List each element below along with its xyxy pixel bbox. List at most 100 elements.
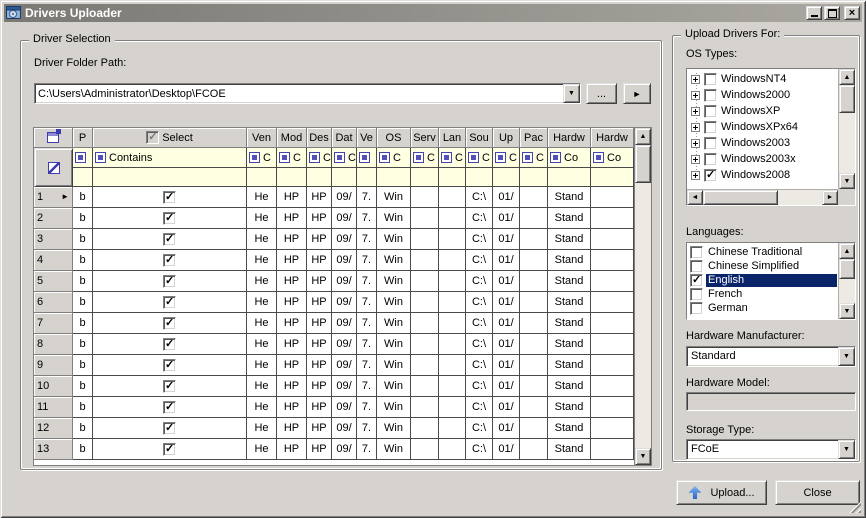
filter-operator-icon[interactable] [379,152,390,163]
os-scroll-up-button[interactable]: ▲ [839,69,855,85]
language-checkbox[interactable] [690,260,703,273]
filter-operator-icon[interactable] [359,152,370,163]
os-scroll-right-button[interactable]: ► [822,190,838,205]
filter-input-select[interactable] [93,168,247,187]
filter-input-os[interactable] [377,168,411,187]
grid-scroll-thumb[interactable] [635,145,651,183]
languages-scroll-up-button[interactable]: ▲ [839,243,855,259]
table-row[interactable]: 12bHeHPHP09/7.WinC:\01/Stand [34,418,634,439]
row-header[interactable]: 1► [34,187,73,208]
select-all-checkbox[interactable] [146,131,159,144]
go-button[interactable]: ► [623,83,651,104]
os-type-item[interactable]: WindowsXPx64 [687,119,838,135]
row-header[interactable]: 6 [34,292,73,313]
filter-input-lan[interactable] [439,168,466,187]
os-type-item[interactable]: Windows2003x [687,151,838,167]
column-header-des[interactable]: Des [307,128,332,148]
grid-scroll-up-button[interactable]: ▲ [635,128,651,145]
language-checkbox[interactable] [690,302,703,315]
table-row[interactable]: 9bHeHPHP09/7.WinC:\01/Stand [34,355,634,376]
os-type-item[interactable]: WindowsNT4 [687,71,838,87]
languages-scroll-thumb[interactable] [839,259,855,279]
os-type-checkbox[interactable] [704,169,717,182]
filter-input-p[interactable] [73,168,93,187]
os-type-item[interactable]: Windows2003 [687,135,838,151]
column-header-serv[interactable]: Serv [411,128,439,148]
table-row[interactable]: 4bHeHPHP09/7.WinC:\01/Stand [34,250,634,271]
field-chooser-button[interactable] [34,128,73,148]
clear-filter-button[interactable] [34,148,73,187]
filter-operator-icon[interactable] [550,152,561,163]
row-header[interactable]: 10 [34,376,73,397]
table-row[interactable]: 3bHeHPHP09/7.WinC:\01/Stand [34,229,634,250]
os-types-vertical-scrollbar[interactable]: ▲ ▼ [838,69,855,189]
row-header[interactable]: 2 [34,208,73,229]
filter-operator-icon[interactable] [249,152,260,163]
expand-icon[interactable] [691,75,700,84]
filter-cell-sou[interactable]: C [466,148,493,168]
column-header-dat[interactable]: Dat [332,128,357,148]
table-row[interactable]: 11bHeHPHP09/7.WinC:\01/Stand [34,397,634,418]
filter-operator-icon[interactable] [279,152,290,163]
filter-cell-select[interactable]: Contains [93,148,247,168]
table-row[interactable]: 13bHeHPHP09/7.WinC:\01/Stand [34,439,634,460]
row-header[interactable]: 9 [34,355,73,376]
column-header-hardw[interactable]: Hardw [548,128,591,148]
hardware-manufacturer-dropdown-button[interactable]: ▼ [838,347,855,366]
row-header[interactable]: 11 [34,397,73,418]
column-header-os[interactable]: OS [377,128,411,148]
language-item[interactable]: German [688,301,837,315]
folder-path-dropdown-button[interactable]: ▼ [563,84,580,103]
storage-type-dropdown-button[interactable]: ▼ [838,440,855,459]
row-select-checkbox[interactable] [163,296,176,309]
os-type-checkbox[interactable] [704,153,717,166]
close-window-button[interactable]: × [844,6,860,20]
table-row[interactable]: 2bHeHPHP09/7.WinC:\01/Stand [34,208,634,229]
filter-cell-ven[interactable]: C [247,148,277,168]
expand-icon[interactable] [691,107,700,116]
language-checkbox[interactable] [690,274,703,287]
filter-input-up[interactable] [493,168,520,187]
filter-operator-icon[interactable] [309,152,320,163]
upload-button[interactable]: Upload... [676,480,767,505]
language-item[interactable]: Chinese Traditional [688,245,837,259]
filter-input-hardw[interactable] [591,168,634,187]
table-row[interactable]: 8bHeHPHP09/7.WinC:\01/Stand [34,334,634,355]
filter-operator-icon[interactable] [75,152,86,163]
os-type-checkbox[interactable] [704,89,717,102]
filter-input-des[interactable] [307,168,332,187]
filter-input-sou[interactable] [466,168,493,187]
filter-operator-icon[interactable] [593,152,604,163]
row-select-checkbox[interactable] [163,233,176,246]
column-header-ven[interactable]: Ven [247,128,277,148]
expand-icon[interactable] [691,91,700,100]
column-header-hardw[interactable]: Hardw [591,128,634,148]
row-select-checkbox[interactable] [163,359,176,372]
filter-input-hardw[interactable] [548,168,591,187]
filter-cell-lan[interactable]: C [439,148,466,168]
filter-operator-icon[interactable] [413,152,424,163]
language-item[interactable]: Chinese Simplified [688,259,837,273]
hardware-manufacturer-combobox[interactable]: Standard ▼ [686,346,856,367]
filter-operator-icon[interactable] [95,152,106,163]
os-scroll-track[interactable] [839,113,855,173]
close-button[interactable]: Close [775,480,860,505]
filter-cell-os[interactable]: C [377,148,411,168]
row-header[interactable]: 7 [34,313,73,334]
filter-operator-icon[interactable] [468,152,479,163]
folder-path-input[interactable] [35,84,563,103]
languages-vertical-scrollbar[interactable]: ▲ ▼ [838,243,855,319]
os-types-horizontal-scrollbar[interactable]: ◄ ► [687,189,838,205]
os-type-checkbox[interactable] [704,121,717,134]
filter-operator-icon[interactable] [334,152,345,163]
minimize-button[interactable] [806,6,822,20]
os-type-checkbox[interactable] [704,137,717,150]
row-select-checkbox[interactable] [163,275,176,288]
filter-input-pac[interactable] [520,168,548,187]
browse-button[interactable]: ... [586,83,617,104]
row-header[interactable]: 5 [34,271,73,292]
table-row[interactable]: 6bHeHPHP09/7.WinC:\01/Stand [34,292,634,313]
filter-cell-up[interactable]: C [493,148,520,168]
row-select-checkbox[interactable] [163,212,176,225]
row-header[interactable]: 8 [34,334,73,355]
